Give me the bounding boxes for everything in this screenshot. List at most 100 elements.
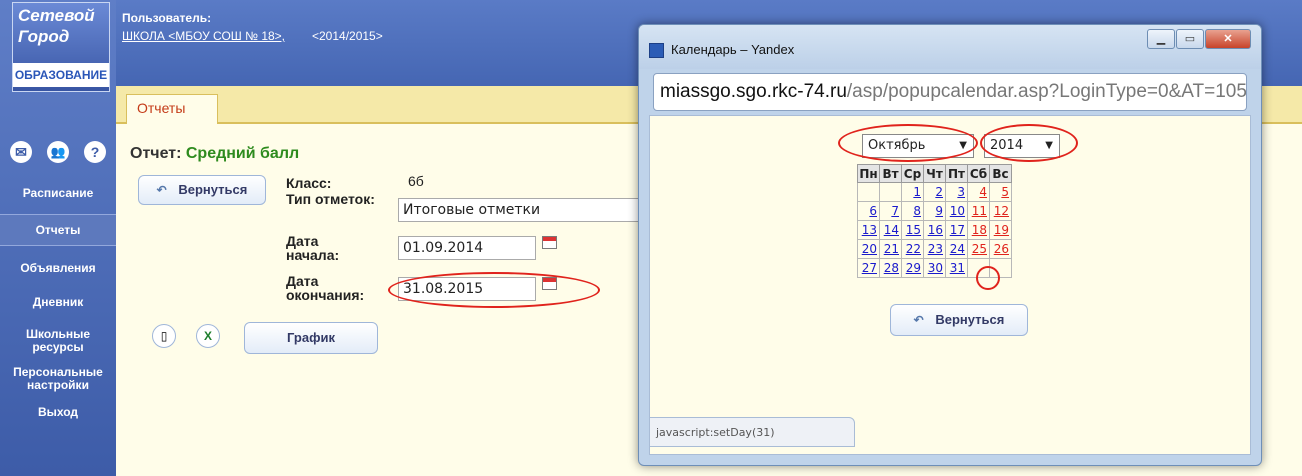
popup-titlebar[interactable]: Календарь – Yandex ▁ ▭ ✕: [639, 25, 1261, 69]
calendar-day-link[interactable]: 15: [906, 223, 921, 237]
calendar-day-cell[interactable]: 11: [967, 201, 990, 221]
calendar-day-link[interactable]: 14: [884, 223, 899, 237]
calendar-day-cell[interactable]: 10: [945, 201, 968, 221]
end-date-input[interactable]: 31.08.2015: [398, 277, 536, 301]
calendar-day-link[interactable]: 6: [869, 204, 877, 218]
calendar-day-cell[interactable]: 19: [989, 220, 1012, 240]
calendar-day-cell[interactable]: 1: [901, 182, 924, 202]
calendar-day-link[interactable]: 10: [950, 204, 965, 218]
calendar-day-link[interactable]: 24: [950, 242, 965, 256]
calendar-day-link[interactable]: 30: [928, 261, 943, 275]
calendar-day-cell[interactable]: 31: [945, 258, 968, 278]
calendar-day-link[interactable]: 26: [994, 242, 1009, 256]
maximize-button[interactable]: ▭: [1176, 29, 1204, 49]
calendar-day-link[interactable]: 2: [935, 185, 943, 199]
calendar-day-link[interactable]: 29: [906, 261, 921, 275]
calendar-day-link[interactable]: 4: [979, 185, 987, 199]
calendar-day-cell[interactable]: 29: [901, 258, 924, 278]
calendar-day-link[interactable]: 9: [935, 204, 943, 218]
calendar-day-cell[interactable]: 25: [967, 239, 990, 259]
sidebar-item-school-resources[interactable]: Школьные ресурсы: [6, 328, 110, 354]
back-arrow-icon: ↶: [156, 183, 167, 197]
calendar-day-cell[interactable]: 14: [879, 220, 902, 240]
calendar-day-cell[interactable]: 27: [857, 258, 880, 278]
calendar-day-cell[interactable]: 4: [967, 182, 990, 202]
calendar-day-link[interactable]: 28: [884, 261, 899, 275]
calendar-day-cell[interactable]: 21: [879, 239, 902, 259]
sidebar-item-announcements[interactable]: Объявления: [0, 262, 116, 275]
address-bar[interactable]: miassgo.sgo.rkc-74.ru/asp/popupcalendar.…: [653, 73, 1247, 111]
calendar-day-cell[interactable]: 28: [879, 258, 902, 278]
users-icon[interactable]: 👥: [47, 141, 69, 163]
calendar-day-link[interactable]: 12: [994, 204, 1009, 218]
tab-reports[interactable]: Отчеты: [126, 94, 218, 124]
calendar-day-cell[interactable]: 3: [945, 182, 968, 202]
calendar-day-link[interactable]: 23: [928, 242, 943, 256]
start-date-input[interactable]: 01.09.2014: [398, 236, 536, 260]
calendar-day-cell[interactable]: 26: [989, 239, 1012, 259]
sidebar-item-diary[interactable]: Дневник: [0, 296, 116, 309]
back-button[interactable]: ↶ Вернуться: [138, 175, 266, 205]
calendar-day-cell[interactable]: 24: [945, 239, 968, 259]
chart-button[interactable]: График: [244, 322, 378, 354]
calendar-day-cell[interactable]: 2: [923, 182, 946, 202]
month-select[interactable]: Октябрь ▼: [862, 134, 974, 158]
calendar-day-link[interactable]: 22: [906, 242, 921, 256]
calendar-day-cell[interactable]: 12: [989, 201, 1012, 221]
popup-back-button[interactable]: ↶ Вернуться: [890, 304, 1028, 336]
calendar-body: 1 2 3 4 5 6 7 8 9 10 11 12 13 14 15 16 17 18 19 20 21 22 23 24 2…: [857, 182, 1012, 278]
excel-icon[interactable]: X: [196, 324, 220, 348]
mail-icon[interactable]: ✉: [10, 141, 32, 163]
year-select[interactable]: 2014 ▼: [984, 134, 1060, 158]
calendar-day-cell[interactable]: 30: [923, 258, 946, 278]
mark-type-select[interactable]: Итоговые отметки: [398, 198, 640, 222]
calendar-day-link[interactable]: 16: [928, 223, 943, 237]
start-date-calendar-icon[interactable]: [542, 236, 557, 249]
calendar-week-row: 13 14 15 16 17 18 19: [857, 220, 1012, 240]
calendar-day-cell[interactable]: 6: [857, 201, 880, 221]
calendar-day-link[interactable]: 13: [862, 223, 877, 237]
calendar-week-row: 6 7 8 9 10 11 12: [857, 201, 1012, 221]
school-link[interactable]: ШКОЛА <МБОУ СОШ № 18>,: [122, 29, 285, 43]
calendar-day-cell[interactable]: 23: [923, 239, 946, 259]
sidebar-item-reports[interactable]: Отчеты: [0, 214, 116, 246]
calendar-day-link[interactable]: 1: [913, 185, 921, 199]
help-icon[interactable]: ?: [84, 141, 106, 163]
calendar-day-cell[interactable]: 7: [879, 201, 902, 221]
calendar-day-cell: [879, 182, 902, 202]
document-icon[interactable]: ▯: [152, 324, 176, 348]
calendar-day-link[interactable]: 31: [950, 261, 965, 275]
end-date-calendar-icon[interactable]: [542, 277, 557, 290]
calendar-day-link[interactable]: 21: [884, 242, 899, 256]
calendar-day-cell[interactable]: 20: [857, 239, 880, 259]
calendar-day-link[interactable]: 7: [891, 204, 899, 218]
calendar-day-link[interactable]: 19: [994, 223, 1009, 237]
url-path: /asp/popupcalendar.asp?LoginType=0&AT=10…: [846, 81, 1247, 102]
calendar-day-link[interactable]: 8: [913, 204, 921, 218]
sidebar-item-exit[interactable]: Выход: [0, 406, 116, 419]
calendar-day-cell[interactable]: 22: [901, 239, 924, 259]
calendar-day-cell[interactable]: 5: [989, 182, 1012, 202]
logo[interactable]: Сетевой Город ОБРАЗОВАНИЕ: [12, 2, 110, 92]
calendar-week-row: 27 28 29 30 31: [857, 258, 1012, 278]
calendar-day-cell[interactable]: 13: [857, 220, 880, 240]
calendar-day-link[interactable]: 11: [972, 204, 987, 218]
calendar-day-cell[interactable]: 18: [967, 220, 990, 240]
calendar-day-cell[interactable]: 15: [901, 220, 924, 240]
calendar-day-cell[interactable]: 16: [923, 220, 946, 240]
close-button[interactable]: ✕: [1205, 29, 1251, 49]
calendar-day-link[interactable]: 25: [972, 242, 987, 256]
mark-type-label: Тип отметок:: [286, 191, 375, 207]
calendar-day-link[interactable]: 3: [957, 185, 965, 199]
sidebar-item-personal-settings[interactable]: Персональные настройки: [0, 366, 116, 392]
calendar-day-cell[interactable]: 9: [923, 201, 946, 221]
calendar-day-link[interactable]: 20: [862, 242, 877, 256]
minimize-button[interactable]: ▁: [1147, 29, 1175, 49]
calendar-day-link[interactable]: 17: [950, 223, 965, 237]
calendar-day-cell[interactable]: 17: [945, 220, 968, 240]
calendar-day-link[interactable]: 27: [862, 261, 877, 275]
calendar-day-cell[interactable]: 8: [901, 201, 924, 221]
sidebar-item-schedule[interactable]: Расписание: [0, 187, 116, 200]
calendar-day-link[interactable]: 18: [972, 223, 987, 237]
calendar-day-link[interactable]: 5: [1001, 185, 1009, 199]
